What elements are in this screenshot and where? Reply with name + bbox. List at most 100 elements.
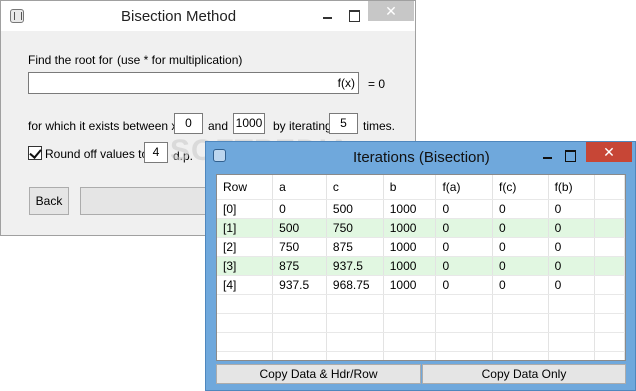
table-cell[interactable]: 0 [272, 199, 327, 219]
table-cell[interactable]: 500 [272, 218, 327, 238]
table-cell[interactable]: 1000 [383, 237, 437, 257]
empty-cell [594, 332, 625, 352]
maximize-icon[interactable] [344, 7, 364, 25]
copy-data-only-button[interactable]: Copy Data Only [422, 364, 626, 384]
copy-data-hdr-button[interactable]: Copy Data & Hdr/Row [216, 364, 421, 384]
table-cell[interactable]: 0 [435, 275, 494, 295]
table-cell[interactable]: 0 [548, 218, 596, 238]
empty-cell [548, 294, 596, 314]
fx-label: f(x) [337, 76, 355, 90]
iterations-window: Iterations (Bisection) ✕ Row a c b f(a) … [205, 141, 636, 391]
empty-cell [272, 351, 327, 360]
equals-zero-label: = 0 [368, 77, 386, 91]
iterations-title-bar: Iterations (Bisection) ✕ [206, 142, 635, 172]
x-lower-input[interactable]: 0 [174, 113, 203, 134]
empty-cell [492, 332, 549, 352]
column-header[interactable]: f(b) [548, 175, 596, 200]
iterations-app-icon[interactable] [213, 149, 226, 162]
empty-cell [383, 332, 437, 352]
table-cell[interactable]: 1000 [383, 275, 437, 295]
table-row[interactable]: [4] 937.5 968.75 1000 0 0 0 [217, 275, 625, 295]
close-button[interactable]: ✕ [586, 142, 632, 162]
minimize-icon[interactable] [317, 7, 337, 25]
table-cell[interactable]: [1] [217, 218, 274, 238]
empty-cell [594, 175, 625, 200]
by-iterating-label: by iterating [273, 119, 332, 133]
table-cell[interactable]: 937.5 [272, 275, 327, 295]
round-off-checkbox[interactable] [28, 146, 42, 160]
column-header[interactable]: b [383, 175, 437, 200]
table-row[interactable]: [1] 500 750 1000 0 0 0 [217, 218, 625, 238]
main-window-title: Bisection Method [121, 8, 237, 25]
column-header[interactable]: Row [217, 175, 274, 200]
empty-cell [383, 313, 437, 333]
decimals-input[interactable]: 4 [144, 142, 168, 163]
empty-cell [326, 313, 384, 333]
table-cell[interactable]: 875 [326, 237, 384, 257]
back-button[interactable]: Back [29, 187, 69, 215]
multiplication-hint: (use * for multiplication) [117, 53, 243, 67]
calculate-button[interactable] [80, 187, 220, 215]
empty-cell [594, 218, 625, 238]
iterations-table[interactable]: Row a c b f(a) f(c) f(b) [0] 0 500 1000 0 0 0[… [216, 174, 626, 361]
empty-row [217, 351, 625, 360]
table-cell[interactable]: 0 [492, 199, 549, 219]
table-cell[interactable]: 0 [435, 237, 494, 257]
table-cell[interactable]: [2] [217, 237, 274, 257]
table-row[interactable]: [3] 875 937.5 1000 0 0 0 [217, 256, 625, 276]
empty-cell [492, 313, 549, 333]
table-row[interactable]: [0] 0 500 1000 0 0 0 [217, 199, 625, 219]
table-cell[interactable]: 0 [548, 237, 596, 257]
empty-cell [383, 351, 437, 360]
x-upper-input[interactable]: 1000 [233, 113, 265, 134]
empty-cell [594, 199, 625, 219]
table-cell[interactable]: 500 [326, 199, 384, 219]
column-header[interactable]: f(c) [492, 175, 549, 200]
close-button[interactable]: ✕ [368, 1, 414, 21]
app-icon[interactable] [10, 9, 24, 23]
minimize-icon[interactable] [538, 148, 556, 164]
table-cell[interactable]: 0 [492, 256, 549, 276]
table-cell[interactable]: 750 [326, 218, 384, 238]
table-cell[interactable]: 0 [492, 237, 549, 257]
table-cell[interactable]: 1000 [383, 199, 437, 219]
table-cell[interactable]: [4] [217, 275, 274, 295]
table-row[interactable]: [2] 750 875 1000 0 0 0 [217, 237, 625, 257]
table-cell[interactable]: 750 [272, 237, 327, 257]
empty-cell [548, 332, 596, 352]
empty-cell [594, 256, 625, 276]
empty-cell [492, 294, 549, 314]
column-header[interactable]: c [326, 175, 384, 200]
table-cell[interactable]: 0 [435, 218, 494, 238]
iterations-input[interactable]: 5 [329, 113, 358, 134]
function-input[interactable]: f(x) [28, 72, 359, 94]
empty-cell [594, 351, 625, 360]
table-cell[interactable]: 1000 [383, 256, 437, 276]
empty-cell [435, 351, 494, 360]
table-cell[interactable]: 0 [435, 256, 494, 276]
table-cell[interactable]: 0 [492, 218, 549, 238]
table-cell[interactable]: 968.75 [326, 275, 384, 295]
table-cell[interactable]: 0 [435, 199, 494, 219]
find-root-label: Find the root for [28, 53, 113, 67]
table-cell[interactable]: 0 [548, 275, 596, 295]
empty-cell [217, 294, 274, 314]
table-cell[interactable]: 1000 [383, 218, 437, 238]
maximize-icon[interactable] [561, 148, 579, 164]
table-cell[interactable]: [0] [217, 199, 274, 219]
empty-cell [548, 313, 596, 333]
empty-cell [492, 351, 549, 360]
table-cell[interactable]: 0 [548, 256, 596, 276]
table-cell[interactable]: [3] [217, 256, 274, 276]
empty-cell [272, 332, 327, 352]
table-cell[interactable]: 0 [548, 199, 596, 219]
column-header[interactable]: a [272, 175, 327, 200]
table-cell[interactable]: 937.5 [326, 256, 384, 276]
table-header-row: Row a c b f(a) f(c) f(b) [217, 175, 625, 200]
empty-cell [435, 313, 494, 333]
table-cell[interactable]: 0 [492, 275, 549, 295]
empty-cell [383, 294, 437, 314]
empty-cell [548, 351, 596, 360]
column-header[interactable]: f(a) [435, 175, 494, 200]
table-cell[interactable]: 875 [272, 256, 327, 276]
